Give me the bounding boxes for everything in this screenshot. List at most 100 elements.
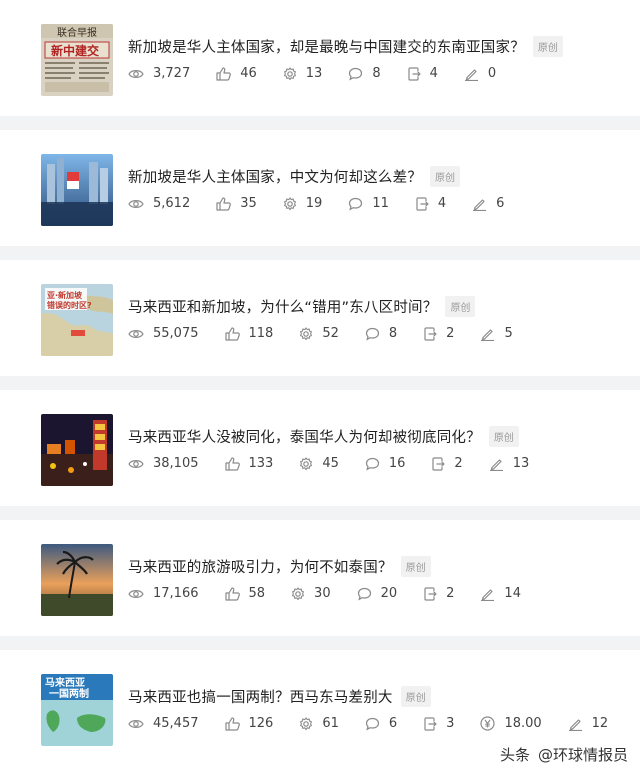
comments-stat: 8 — [365, 326, 397, 341]
night-street-thumbnail[interactable] — [41, 414, 113, 486]
forward-icon — [424, 716, 437, 731]
map-thumbnail[interactable]: 亚·新加坡 错误的时区? — [41, 284, 113, 356]
svg-text:新中建交: 新中建交 — [51, 43, 99, 58]
edits-stat: 12 — [568, 716, 608, 731]
likes-count: 58 — [248, 586, 266, 601]
forwards-stat: 4 — [407, 66, 438, 81]
edits-stat: 13 — [489, 456, 529, 471]
likes-count: 133 — [248, 456, 274, 471]
forwards-count: 2 — [446, 586, 455, 601]
original-badge: 原创 — [445, 296, 476, 317]
gear-icon — [283, 66, 296, 80]
thumb-caption: 马来西亚 — [45, 676, 85, 689]
eye-icon — [128, 459, 144, 468]
article-title[interactable]: 马来西亚的旅游吸引力，为何不如泰国？ — [128, 556, 393, 577]
views-stat: 55,075 — [128, 326, 199, 341]
edits-stat: 14 — [480, 586, 521, 601]
article-card[interactable]: 马来西亚华人没被同化，泰国华人为何却被彻底同化？ 原创 38,105 133 4… — [0, 390, 640, 506]
shares-stat: 30 — [291, 586, 331, 601]
likes-stat: 46 — [216, 66, 257, 81]
forwards-count: 2 — [454, 456, 463, 471]
comments-stat: 6 — [365, 716, 397, 731]
forwards-stat: 4 — [415, 196, 446, 211]
views-stat: 38,105 — [128, 456, 199, 471]
comment-icon — [357, 587, 371, 600]
shares-count: 61 — [322, 716, 339, 731]
likes-count: 46 — [240, 66, 257, 81]
article-stats: 38,105 133 45 16 2 13 — [128, 456, 555, 471]
original-badge: 原创 — [430, 166, 460, 187]
thumb-caption: 亚·新加坡 — [47, 290, 83, 300]
shares-count: 13 — [305, 66, 323, 81]
article-title[interactable]: 新加坡是华人主体国家，中文为何却这么差？ — [128, 166, 422, 187]
beach-sunset-thumbnail[interactable] — [41, 544, 113, 616]
shares-count: 45 — [322, 456, 339, 471]
edits-count: 5 — [504, 326, 513, 341]
pen-icon — [464, 68, 478, 81]
comments-stat: 20 — [357, 586, 397, 601]
shares-count: 19 — [305, 196, 323, 211]
article-title[interactable]: 马来西亚也搞一国两制？西马东马差别大 — [128, 686, 393, 707]
likes-stat: 35 — [216, 196, 257, 211]
views-count: 38,105 — [153, 456, 199, 471]
views-stat: 3,727 — [128, 66, 190, 81]
svg-text:联合早报: 联合早报 — [57, 26, 97, 39]
article-stats: 3,727 46 13 8 4 0 — [128, 66, 522, 81]
comments-count: 11 — [372, 196, 389, 211]
comment-icon — [349, 67, 363, 80]
thumbs-up-icon — [224, 456, 240, 471]
views-stat: 5,612 — [128, 196, 190, 211]
forwards-count: 4 — [437, 196, 447, 211]
views-count: 3,727 — [153, 66, 191, 81]
original-badge: 原创 — [532, 36, 563, 57]
article-card[interactable]: 亚·新加坡 错误的时区? 马来西亚和新加坡，为什么“错用”东八区时间？ 原创 5… — [0, 260, 640, 376]
singapore-skyline-thumbnail[interactable] — [41, 154, 113, 226]
views-count: 5,612 — [153, 196, 191, 211]
views-count: 55,075 — [153, 326, 199, 341]
edits-count: 14 — [504, 586, 521, 601]
eye-icon — [128, 589, 144, 598]
shares-stat: 19 — [283, 196, 323, 211]
eye-icon — [128, 329, 144, 338]
likes-stat: 118 — [224, 326, 273, 341]
forwards-count: 2 — [446, 326, 455, 341]
shares-count: 52 — [322, 326, 339, 341]
edits-stat: 0 — [464, 66, 496, 81]
forwards-stat: 2 — [423, 326, 454, 341]
thumbs-up-icon — [224, 716, 240, 731]
thumb-caption: 错误的时区? — [47, 300, 92, 310]
malaysia-map-thumbnail[interactable]: 马来西亚 一国两制 — [41, 674, 113, 746]
gear-icon — [283, 196, 296, 210]
shares-stat: 52 — [299, 326, 339, 341]
article-stats: 5,612 35 19 11 4 6 — [128, 196, 530, 211]
edits-count: 6 — [496, 196, 505, 211]
comment-icon — [365, 457, 379, 470]
forward-icon — [424, 326, 437, 341]
comment-icon — [349, 197, 363, 210]
watermark-prefix: 头条 — [499, 746, 530, 764]
comments-count: 16 — [388, 456, 406, 471]
forward-icon — [424, 586, 437, 601]
views-stat: 17,166 — [128, 586, 199, 601]
comment-icon — [365, 717, 379, 730]
original-badge: 原创 — [488, 426, 519, 447]
article-stats: 55,075 118 52 8 2 5 — [128, 326, 539, 341]
article-title[interactable]: 马来西亚和新加坡，为什么“错用”东八区时间？ — [128, 296, 437, 317]
newspaper-thumbnail[interactable]: 联合早报 新中建交 — [41, 24, 113, 96]
comment-icon — [365, 327, 379, 340]
article-card[interactable]: 马来西亚的旅游吸引力，为何不如泰国？ 原创 17,166 58 30 20 2 … — [0, 520, 640, 636]
income-amount: 18.00 — [504, 716, 542, 731]
article-title[interactable]: 新加坡是华人主体国家，却是最晚与中国建交的东南亚国家？ — [128, 36, 525, 57]
forward-icon — [432, 456, 446, 471]
comments-count: 8 — [388, 326, 398, 341]
pen-icon — [489, 458, 503, 471]
eye-icon — [128, 199, 144, 208]
gear-icon — [300, 716, 313, 730]
article-card[interactable]: 新加坡是华人主体国家，中文为何却这么差？ 原创 5,612 35 19 11 4… — [0, 130, 640, 246]
comments-count: 8 — [372, 66, 381, 81]
article-card[interactable]: 联合早报 新中建交 新加坡是华人主体国家，却是最晚与中国建交的东南亚国家？ 原创 — [0, 0, 640, 116]
thumbs-up-icon — [224, 326, 240, 341]
pen-icon — [481, 328, 495, 341]
watermark-handle: @环球情报员 — [537, 746, 628, 764]
article-title[interactable]: 马来西亚华人没被同化，泰国华人为何却被彻底同化？ — [128, 426, 481, 447]
